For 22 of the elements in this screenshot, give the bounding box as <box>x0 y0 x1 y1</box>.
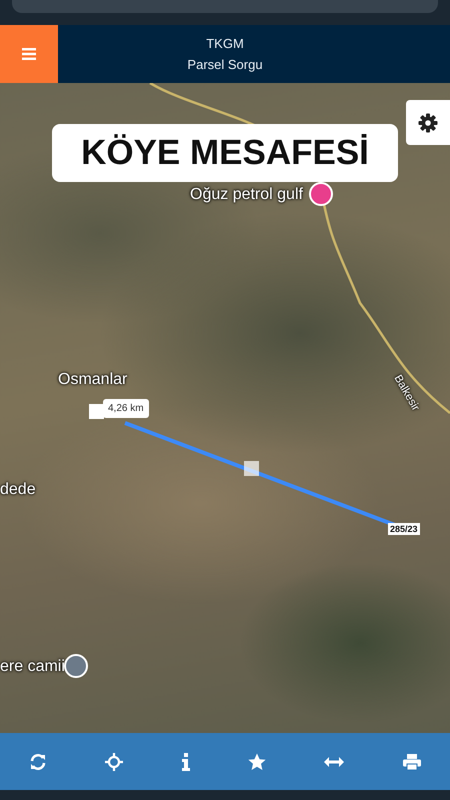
map-label: Osmanlar <box>58 371 128 389</box>
info-icon <box>182 752 190 770</box>
app-subtitle: Parsel Sorgu <box>187 57 263 72</box>
refresh-icon <box>29 752 48 770</box>
parcel-label: 285/23 <box>388 523 420 535</box>
caption-label: KÖYE MESAFESİ <box>52 124 398 182</box>
distance-label: 4,26 km <box>103 399 149 418</box>
map-label: Oğuz petrol gulf <box>190 186 303 204</box>
printer-icon <box>402 754 421 770</box>
app-title: TKGM <box>206 36 244 51</box>
address-field[interactable] <box>12 0 438 13</box>
settings-button[interactable] <box>406 100 450 145</box>
map-label: ere camii <box>0 658 65 676</box>
poi-pin-icon[interactable] <box>309 182 333 206</box>
menu-icon <box>22 48 36 60</box>
poi-pin-icon[interactable] <box>64 654 88 678</box>
map-label: dede <box>0 481 36 499</box>
double-arrow-icon <box>324 756 344 766</box>
settings-icon <box>418 112 438 132</box>
menu-button[interactable] <box>0 25 58 83</box>
crosshair-icon <box>105 752 124 770</box>
star-icon <box>248 752 266 770</box>
